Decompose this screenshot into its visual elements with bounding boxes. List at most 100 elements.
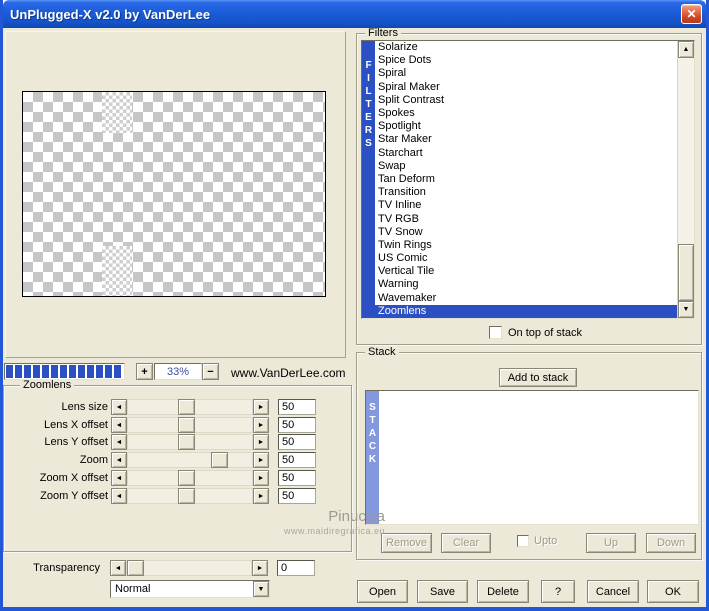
stack-list[interactable] xyxy=(379,391,698,524)
scrollbar-up-arrow-icon[interactable]: ▲ xyxy=(678,41,694,58)
zoom-x-slider-track[interactable] xyxy=(127,470,253,486)
zoom-right-arrow-icon[interactable]: ► xyxy=(253,452,269,468)
filter-item[interactable]: Starchart xyxy=(375,147,677,160)
filter-item[interactable]: Star Maker xyxy=(375,133,677,146)
zoom-slider-thumb[interactable] xyxy=(211,452,228,468)
transparency-slider-track[interactable] xyxy=(126,560,252,576)
filters-scrollbar[interactable]: ▲ ▼ xyxy=(677,41,694,318)
filter-item[interactable]: Spotlight xyxy=(375,120,677,133)
blend-mode-dropdown[interactable]: Normal ▼ xyxy=(110,580,270,598)
zoom-out-button[interactable]: − xyxy=(202,363,219,380)
transparency-right-arrow-icon[interactable]: ► xyxy=(252,560,268,576)
clear-button[interactable]: Clear xyxy=(441,533,491,553)
filter-item[interactable]: Warning xyxy=(375,278,677,291)
filter-item[interactable]: Spice Dots xyxy=(375,54,677,67)
lens-x-left-arrow-icon[interactable]: ◄ xyxy=(111,417,127,433)
delete-button[interactable]: Delete xyxy=(477,580,529,603)
vendor-website: www.VanDerLee.com xyxy=(231,366,346,380)
upto-checkbox[interactable] xyxy=(517,535,529,547)
zoom-x-left-arrow-icon[interactable]: ◄ xyxy=(111,470,127,486)
zoom-x-slider-thumb[interactable] xyxy=(178,470,195,486)
down-button[interactable]: Down xyxy=(646,533,696,553)
zoom-value-input[interactable] xyxy=(278,452,316,468)
filter-item[interactable]: Split Contrast xyxy=(375,94,677,107)
window-title: UnPlugged-X v2.0 by VanDerLee xyxy=(10,6,211,22)
preview-artifact-bottom xyxy=(102,246,132,296)
filter-item[interactable]: TV Inline xyxy=(375,199,677,212)
filter-item[interactable]: Tan Deform xyxy=(375,173,677,186)
zoom-level-display: 33% xyxy=(154,363,202,380)
filter-item[interactable]: Transition xyxy=(375,186,677,199)
filters-group: Filters F I L T E R S Solarize Spice Dot… xyxy=(356,28,702,345)
lens-x-right-arrow-icon[interactable]: ► xyxy=(253,417,269,433)
remove-button[interactable]: Remove xyxy=(381,533,432,553)
lens-size-label: Lens size xyxy=(61,401,108,413)
zoom-x-value-input[interactable] xyxy=(278,470,316,486)
zoom-y-right-arrow-icon[interactable]: ► xyxy=(253,488,269,504)
filter-item[interactable]: Spiral Maker xyxy=(375,81,677,94)
zoom-x-right-arrow-icon[interactable]: ► xyxy=(253,470,269,486)
filter-item[interactable]: TV Snow xyxy=(375,226,677,239)
preview-panel xyxy=(5,31,346,358)
lens-y-right-arrow-icon[interactable]: ► xyxy=(253,434,269,450)
close-icon: ✕ xyxy=(686,7,697,21)
transparency-left-arrow-icon[interactable]: ◄ xyxy=(110,560,126,576)
lens-size-right-arrow-icon[interactable]: ► xyxy=(253,399,269,415)
lens-size-value-input[interactable] xyxy=(278,399,316,415)
on-top-of-stack-checkbox[interactable] xyxy=(489,326,502,339)
open-button[interactable]: Open xyxy=(357,580,408,603)
close-button[interactable]: ✕ xyxy=(681,4,702,24)
zoom-left-arrow-icon[interactable]: ◄ xyxy=(111,452,127,468)
ok-button[interactable]: OK xyxy=(647,580,699,603)
blend-mode-value: Normal xyxy=(115,583,151,595)
zoom-slider-track[interactable] xyxy=(127,452,253,468)
zoom-label: Zoom xyxy=(79,454,108,466)
lens-size-left-arrow-icon[interactable]: ◄ xyxy=(111,399,127,415)
lens-x-offset-label: Lens X offset xyxy=(43,419,108,431)
lens-x-slider-thumb[interactable] xyxy=(178,417,195,433)
plus-icon: + xyxy=(141,365,148,378)
filter-item[interactable]: Vertical Tile xyxy=(375,265,677,278)
zoom-y-slider-track[interactable] xyxy=(127,488,253,504)
zoom-y-left-arrow-icon[interactable]: ◄ xyxy=(111,488,127,504)
filter-item[interactable]: TV RGB xyxy=(375,212,677,225)
scrollbar-thumb[interactable] xyxy=(678,244,694,301)
zoom-y-value-input[interactable] xyxy=(278,488,316,504)
filter-item[interactable]: Solarize xyxy=(375,41,677,54)
filter-item[interactable]: Spokes xyxy=(375,107,677,120)
filter-item-selected[interactable]: Zoomlens xyxy=(375,304,677,318)
filter-item[interactable]: US Comic xyxy=(375,252,677,265)
dropdown-arrow-icon[interactable]: ▼ xyxy=(253,581,269,597)
zoom-y-slider-thumb[interactable] xyxy=(178,488,195,504)
lens-size-slider-thumb[interactable] xyxy=(178,399,195,415)
zoom-y-offset-label: Zoom Y offset xyxy=(40,490,108,502)
transparency-value-input[interactable] xyxy=(277,560,315,576)
transparency-slider-thumb[interactable] xyxy=(127,560,144,576)
cancel-button[interactable]: Cancel xyxy=(587,580,639,603)
up-button[interactable]: Up xyxy=(586,533,636,553)
add-to-stack-button[interactable]: Add to stack xyxy=(499,368,577,387)
filter-item[interactable]: Spiral xyxy=(375,67,677,80)
lens-y-slider-track[interactable] xyxy=(127,434,253,450)
zoom-x-offset-slider-row: Zoom X offset ◄ ► xyxy=(4,470,351,486)
preview-image[interactable] xyxy=(22,91,326,297)
lens-x-slider-track[interactable] xyxy=(127,417,253,433)
filter-item[interactable]: Twin Rings xyxy=(375,239,677,252)
save-button[interactable]: Save xyxy=(417,580,468,603)
zoom-in-button[interactable]: + xyxy=(136,363,153,380)
upto-label: Upto xyxy=(534,535,558,547)
filter-item[interactable]: Swap xyxy=(375,160,677,173)
help-button[interactable]: ? xyxy=(541,580,575,603)
lens-y-left-arrow-icon[interactable]: ◄ xyxy=(111,434,127,450)
filters-group-label: Filters xyxy=(365,28,401,39)
filter-item[interactable]: Wavemaker xyxy=(375,292,677,305)
upto-row: Upto xyxy=(517,535,557,547)
scrollbar-down-arrow-icon[interactable]: ▼ xyxy=(678,301,694,318)
stack-vertical-banner: S T A C K xyxy=(366,391,379,524)
zoom-y-offset-slider-row: Zoom Y offset ◄ ► xyxy=(4,488,351,504)
lens-x-value-input[interactable] xyxy=(278,417,316,433)
zoomlens-group: Zoomlens Lens size ◄ ► Lens X offset ◄ ►… xyxy=(3,379,352,552)
lens-y-slider-thumb[interactable] xyxy=(178,434,195,450)
lens-y-value-input[interactable] xyxy=(278,434,316,450)
lens-size-slider-track[interactable] xyxy=(127,399,253,415)
